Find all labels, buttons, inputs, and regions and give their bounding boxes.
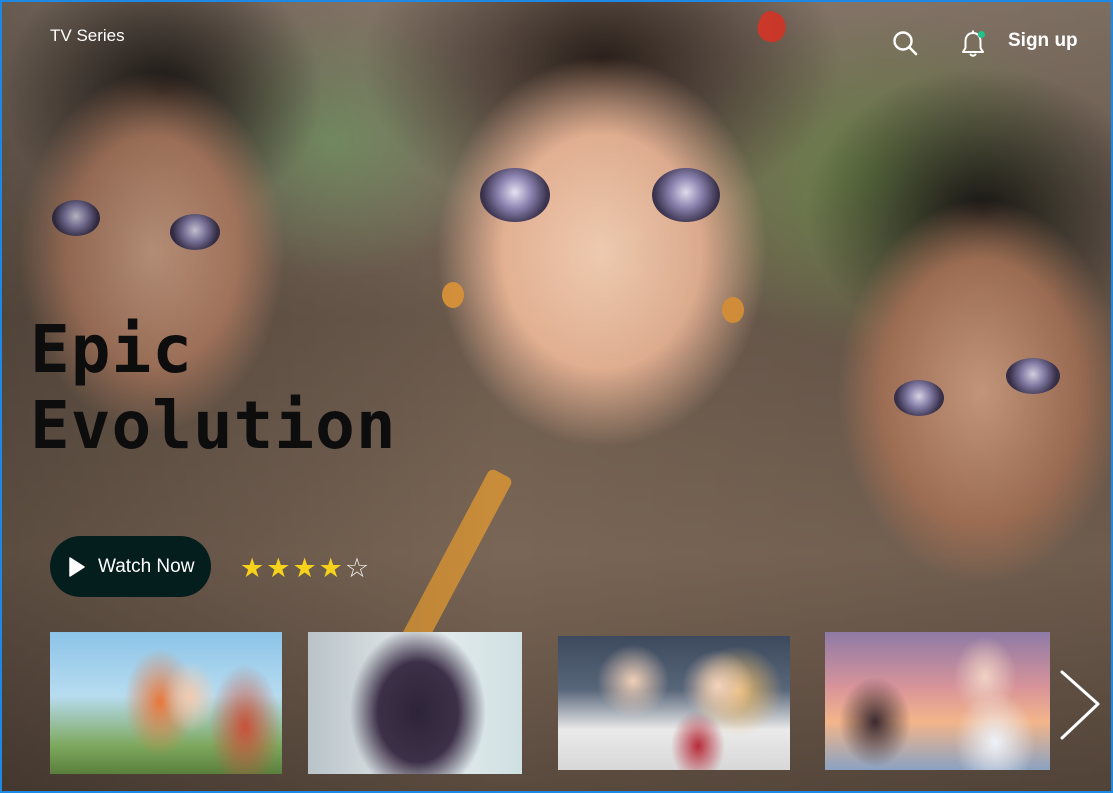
rating-stars: ★ ★ ★ ★ ☆ (240, 554, 369, 582)
watch-now-button[interactable]: Watch Now (50, 536, 211, 597)
notifications-button[interactable] (958, 28, 988, 60)
thumbnail-image (558, 636, 790, 770)
play-icon (69, 556, 85, 577)
thumbnail-image (50, 632, 282, 774)
signup-link[interactable]: Sign up (1008, 30, 1078, 52)
hero-title-line2: Evolution (30, 387, 397, 464)
star-filled-icon: ★ (266, 553, 291, 583)
hero-title-line1: Epic (30, 311, 193, 388)
thumbnail-image (825, 632, 1050, 770)
app-frame: TV Series Sign up Epic Evolution Watch N… (0, 0, 1113, 793)
carousel-thumbnail[interactable] (50, 632, 282, 774)
search-icon (893, 31, 918, 56)
star-filled-icon: ★ (240, 553, 265, 583)
carousel-thumbnail[interactable] (825, 632, 1050, 770)
thumbnail-image (308, 632, 522, 774)
hero-title: Epic Evolution (30, 312, 397, 464)
carousel-thumbnail[interactable] (308, 632, 522, 774)
star-filled-icon: ★ (318, 553, 343, 583)
star-empty-icon: ☆ (344, 553, 370, 583)
carousel-thumbnail[interactable] (558, 636, 790, 770)
section-title[interactable]: TV Series (50, 26, 125, 46)
chevron-right-icon (1060, 670, 1100, 740)
carousel-next-button[interactable] (1054, 666, 1104, 746)
notification-dot (978, 31, 985, 38)
watch-now-label: Watch Now (98, 555, 195, 577)
star-filled-icon: ★ (292, 553, 317, 583)
search-button[interactable] (890, 28, 920, 58)
